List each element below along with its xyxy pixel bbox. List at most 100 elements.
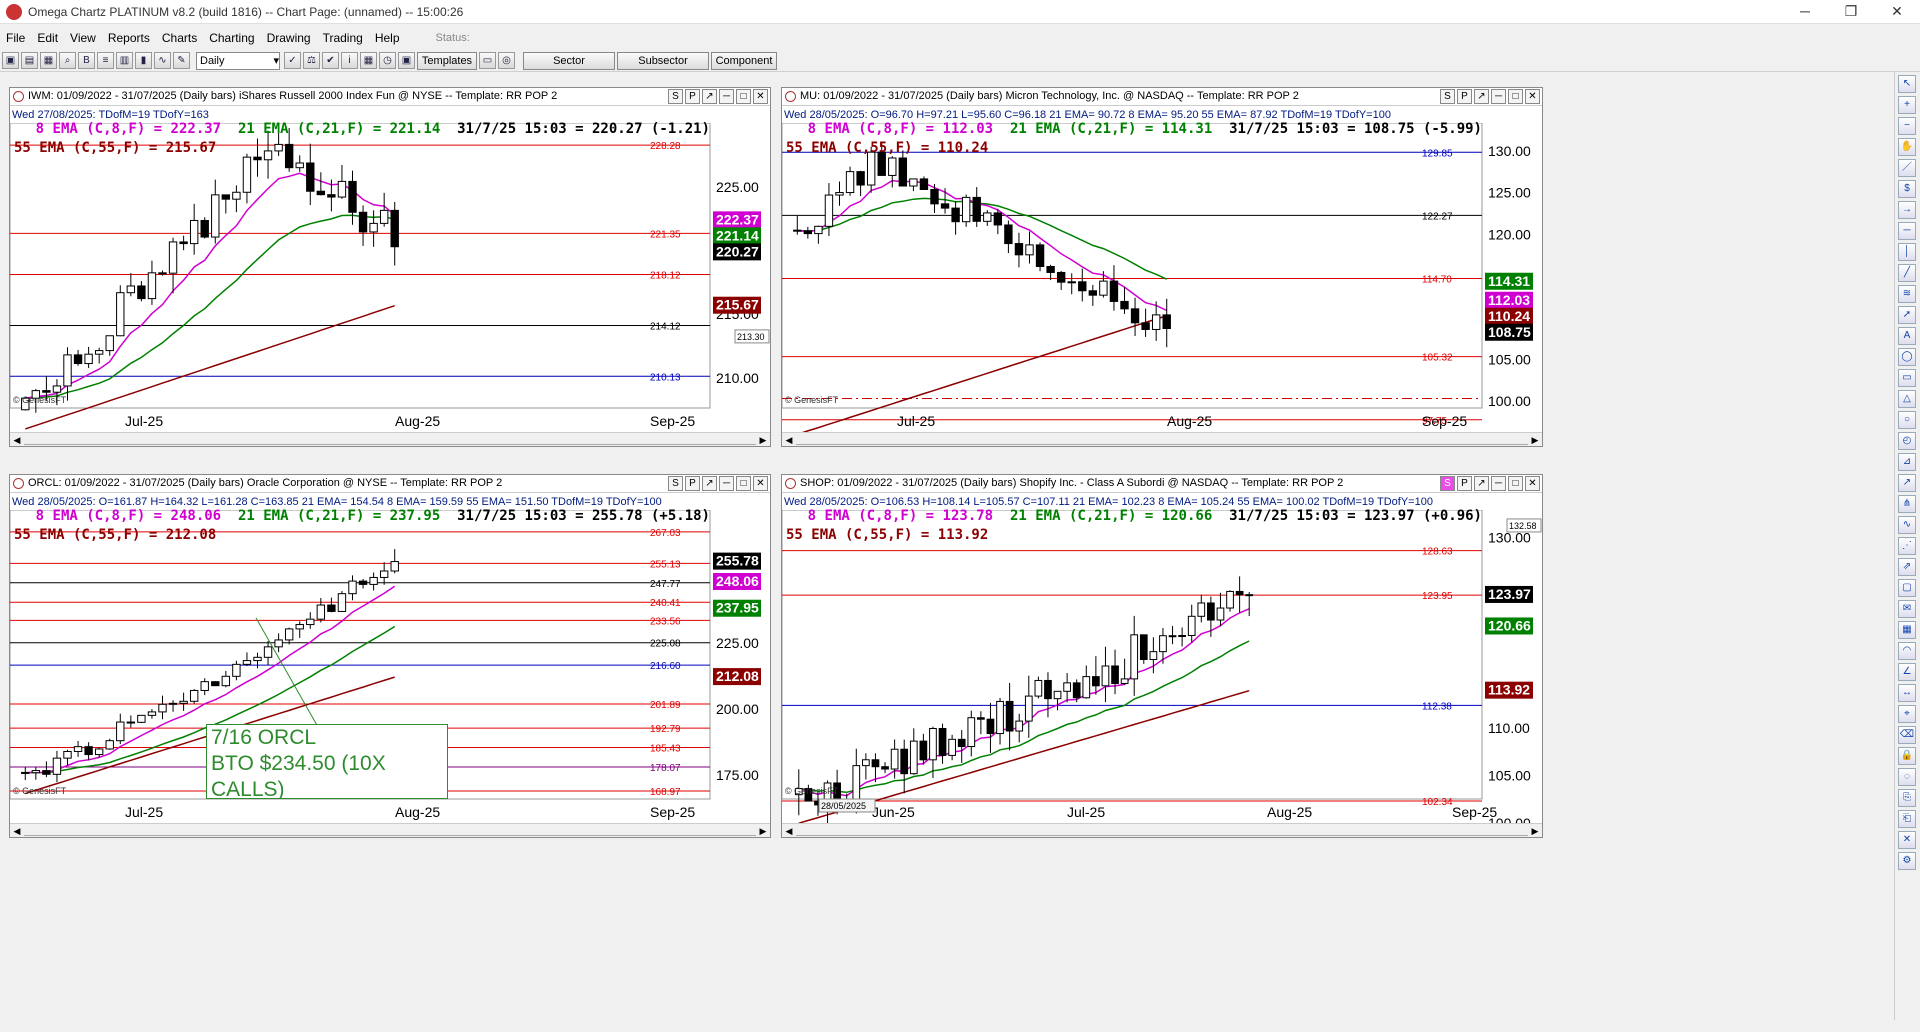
hide-icon[interactable]: ◌	[1898, 768, 1916, 786]
ellipse-icon[interactable]: ◯	[1898, 348, 1916, 366]
price-chart[interactable]: 128.63123.95112.38102.34130.00110.00105.…	[782, 510, 1543, 825]
arrow-icon[interactable]: ➚	[1898, 306, 1916, 324]
vline-icon[interactable]: │	[1898, 243, 1916, 261]
pitchfork-icon[interactable]: ⋔	[1898, 495, 1916, 513]
disk-icon[interactable]: ▣	[2, 52, 19, 69]
chart-panel-shop[interactable]: SHOP: 01/09/2022 - 31/07/2025 (Daily bar…	[781, 474, 1543, 838]
cycle-icon[interactable]: ◴	[1898, 432, 1916, 450]
panel-close-button[interactable]: ✕	[753, 89, 768, 104]
panel-maximize-button[interactable]: □	[1508, 476, 1523, 491]
panel-minimize-button[interactable]: ─	[719, 89, 734, 104]
delete-icon[interactable]: ✕	[1898, 831, 1916, 849]
panel-maximize-button[interactable]: □	[736, 476, 751, 491]
link-button[interactable]: ↗	[702, 89, 717, 104]
paste-icon[interactable]: ⎗	[1898, 810, 1916, 828]
scroll-right-icon[interactable]: ▶	[1529, 434, 1541, 446]
table-icon[interactable]: ▥	[116, 52, 133, 69]
horizontal-scrollbar[interactable]: ◀ ▶	[10, 432, 770, 446]
lock-icon[interactable]: 🔒	[1898, 747, 1916, 765]
scroll-left-icon[interactable]: ◀	[783, 434, 795, 446]
panel-maximize-button[interactable]: □	[736, 89, 751, 104]
horizontal-scrollbar[interactable]: ◀ ▶	[782, 823, 1542, 837]
scroll-track[interactable]	[796, 435, 1528, 445]
scroll-right-icon[interactable]: ▶	[1529, 825, 1541, 837]
arc-icon[interactable]: ◠	[1898, 642, 1916, 660]
line-icon[interactable]: ／	[1898, 159, 1916, 177]
link-button[interactable]: ↗	[1474, 476, 1489, 491]
chart-panel-orcl[interactable]: ORCL: 01/09/2022 - 31/07/2025 (Daily bar…	[9, 474, 771, 838]
grid-icon[interactable]: ▦	[1898, 621, 1916, 639]
compass-icon[interactable]: ◎	[498, 52, 515, 69]
speed-icon[interactable]: ⇗	[1898, 558, 1916, 576]
grid-icon[interactable]: ▦	[40, 52, 57, 69]
list-icon[interactable]: ≡	[97, 52, 114, 69]
horizontal-scrollbar[interactable]: ◀ ▶	[782, 432, 1542, 446]
zoom-out-icon[interactable]: −	[1898, 117, 1916, 135]
scan-button[interactable]: S	[668, 89, 683, 104]
scroll-right-icon[interactable]: ▶	[757, 434, 769, 446]
pointer-icon[interactable]: ↖	[1898, 75, 1916, 93]
print-button[interactable]: P	[685, 476, 700, 491]
trade-note-box[interactable]: 7/16 ORCL BTO $234.50 (10X CALLS) STC $2…	[206, 724, 448, 799]
period-select[interactable]: Daily ▾	[196, 51, 280, 70]
zoom-in-icon[interactable]: +	[1898, 96, 1916, 114]
close-button[interactable]: ✕	[1874, 3, 1920, 20]
scan-button[interactable]: S	[1440, 89, 1455, 104]
scale-icon[interactable]: ⚖	[303, 52, 320, 69]
sector-button[interactable]: Sector	[523, 51, 615, 70]
hand-icon[interactable]: ✋	[1898, 138, 1916, 156]
subsector-button[interactable]: Subsector	[617, 51, 709, 70]
scroll-left-icon[interactable]: ◀	[11, 434, 23, 446]
scroll-left-icon[interactable]: ◀	[11, 825, 23, 837]
text-icon[interactable]: A	[1898, 327, 1916, 345]
angle-icon[interactable]: ∠	[1898, 663, 1916, 681]
zoom-icon[interactable]: ⌕	[59, 52, 76, 69]
link-button[interactable]: ↗	[1474, 89, 1489, 104]
link-button[interactable]: ↗	[702, 476, 717, 491]
price-chart[interactable]: 228.28 221.35 218.12 214.12 210.13 225.00 215.…	[10, 123, 771, 434]
chart-panel-mu[interactable]: MU: 01/09/2022 - 31/07/2025 (Daily bars)…	[781, 87, 1543, 447]
clock-icon[interactable]: ◷	[379, 52, 396, 69]
panel-minimize-button[interactable]: ─	[1491, 476, 1506, 491]
info-icon[interactable]: i	[341, 52, 358, 69]
tv-icon[interactable]: ▤	[21, 52, 38, 69]
scroll-track[interactable]	[796, 826, 1528, 836]
range-icon[interactable]: ↔	[1898, 684, 1916, 702]
bold-icon[interactable]: B	[78, 52, 95, 69]
menu-trading[interactable]: Trading	[317, 31, 369, 45]
fib-icon[interactable]: ≋	[1898, 285, 1916, 303]
menu-charting[interactable]: Charting	[203, 31, 260, 45]
channel-icon[interactable]: ╱	[1898, 264, 1916, 282]
print-button[interactable]: P	[1457, 89, 1472, 104]
menu-file[interactable]: File	[0, 31, 31, 45]
panel-close-button[interactable]: ✕	[753, 476, 768, 491]
hline-icon[interactable]: ─	[1898, 222, 1916, 240]
panel-close-button[interactable]: ✕	[1525, 89, 1540, 104]
print-button[interactable]: P	[1457, 476, 1472, 491]
minimize-button[interactable]: ─	[1782, 3, 1828, 20]
menu-reports[interactable]: Reports	[102, 31, 156, 45]
dollar-icon[interactable]: $	[1898, 180, 1916, 198]
settings-icon[interactable]: ⚙	[1898, 852, 1916, 870]
menu-edit[interactable]: Edit	[31, 31, 64, 45]
menu-charts[interactable]: Charts	[156, 31, 203, 45]
menu-drawing[interactable]: Drawing	[261, 31, 317, 45]
scroll-right-icon[interactable]: ▶	[757, 825, 769, 837]
templates-button[interactable]: Templates	[417, 51, 477, 70]
scroll-left-icon[interactable]: ◀	[783, 825, 795, 837]
price-chart[interactable]: 129.85122.27114.70105.3297.75130.00125.0…	[782, 123, 1543, 434]
check2-icon[interactable]: ✔	[322, 52, 339, 69]
wave-icon[interactable]: ∿	[1898, 516, 1916, 534]
measure-icon[interactable]: ⌖	[1898, 705, 1916, 723]
ray-icon[interactable]: →	[1898, 201, 1916, 219]
panel-minimize-button[interactable]: ─	[1491, 89, 1506, 104]
pencil-icon[interactable]: ✎	[173, 52, 190, 69]
panel-close-button[interactable]: ✕	[1525, 476, 1540, 491]
book-icon[interactable]: ▭	[479, 52, 496, 69]
chart-panel-iwm[interactable]: IWM: 01/09/2022 - 31/07/2025 (Daily bars…	[9, 87, 771, 447]
component-button[interactable]: Component	[711, 51, 777, 70]
scan-button[interactable]: S	[1440, 476, 1455, 491]
horizontal-scrollbar[interactable]: ◀ ▶	[10, 823, 770, 837]
fan-icon[interactable]: ⋰	[1898, 537, 1916, 555]
erase-icon[interactable]: ⌫	[1898, 726, 1916, 744]
